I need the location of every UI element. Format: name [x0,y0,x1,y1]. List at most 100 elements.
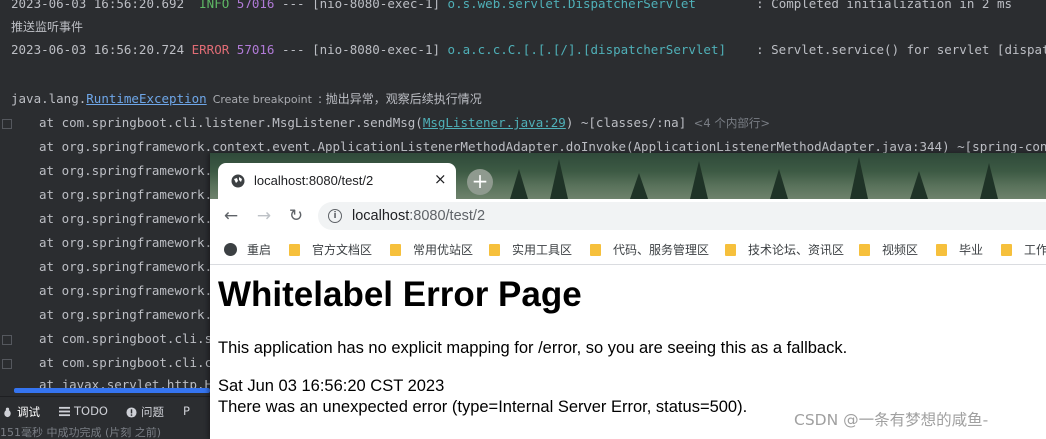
tool-tab-label: 问题 [141,405,164,419]
watermark: CSDN @一条有梦想的咸鱼- [794,411,989,429]
browser-window: localhost:8080/test/2 × + ← → ↻ i localh… [210,153,1046,439]
bookmark-folder[interactable]: 视频区 [859,241,918,258]
tool-tab-profiler[interactable]: P [183,404,190,418]
create-breakpoint-link[interactable]: Create breakpoint [213,93,312,106]
background-tree [770,169,788,199]
stack-trace-line: at org.springframework.co [39,307,228,322]
site-info-icon[interactable]: i [328,209,342,223]
bookmark-folder[interactable]: 毕业 [936,241,983,258]
horizontal-scrollbar[interactable] [14,388,210,393]
forward-arrow-icon[interactable]: → [253,205,275,227]
bookmark-label: 重启 [247,243,272,257]
stack-trace-line: at org.springframework.co [39,163,228,178]
log-message: : Completed initialization in 2 ms [756,0,1012,11]
background-tree [910,171,928,199]
bookmark-folder[interactable]: 工作 [1001,241,1046,258]
bug-icon [4,407,11,417]
log-sep: --- [281,0,305,11]
tool-tab-todo[interactable]: TODO [59,404,108,418]
info-circle-icon [126,406,137,418]
log-pid: 57016 [236,0,275,11]
globe-icon [231,174,245,188]
new-tab-button[interactable]: + [467,169,493,195]
tool-tab-label: TODO [74,404,108,418]
status-bar-text: 151毫秒 中成功完成 (片刻 之前) [0,427,162,439]
stack-trace-line: at org.springframework.co [39,211,228,226]
tab-strip: localhost:8080/test/2 × + [210,153,1046,199]
folder-icon [489,243,500,256]
log-level: ERROR [191,42,230,57]
folder-icon [725,243,736,256]
bookmark-folder[interactable]: 技术论坛、资讯区 [725,241,844,258]
folder-icon [289,243,300,256]
error-timestamp: Sat Jun 03 16:56:20 CST 2023 [218,377,445,395]
fold-icon[interactable] [2,359,12,369]
stack-trace-line: at com.springboot.cli.co [39,355,220,370]
background-tree [630,173,648,199]
bookmark-label: 代码、服务管理区 [613,243,710,257]
log-logger: o.a.c.c.C.[.[.[/].[dispatcherServlet] [447,42,726,57]
trace-suffix: ) ~[classes/:na] [565,115,687,130]
error-description: This application has no explicit mapping… [218,339,848,357]
bookmark-label: 官方文档区 [312,243,373,257]
stack-trace-line: at com.springboot.cli.se [39,331,220,346]
log-line: 2023-06-03 16:56:20.692 INFO 57016 --- [… [11,0,1012,13]
page-title: Whitelabel Error Page [218,275,582,314]
log-line: 推送监听事件 [11,20,84,34]
background-tree [850,157,868,199]
bookmark-reload[interactable]: 重启 [224,241,271,258]
background-tree [980,163,998,199]
fold-icon[interactable] [2,335,12,345]
log-timestamp: 2023-06-03 16:56:20.692 [11,0,185,11]
trace-text: at com.springboot.cli.listener.MsgListen… [39,115,423,130]
stack-trace-line: at org.springframework.co [39,259,228,274]
folder-icon [1001,243,1012,256]
address-bar[interactable]: i localhost:8080/test/2 [318,202,1046,230]
stack-trace-line: at org.springframework.co [39,283,228,298]
background-tree [510,169,528,199]
browser-tab[interactable]: localhost:8080/test/2 × [218,163,456,199]
url-host: localhost [352,208,410,224]
bookmark-folder[interactable]: 实用工具区 [489,241,572,258]
exception-line: java.lang.RuntimeException Create breakpo… [11,90,482,108]
tool-tab-label: P [183,404,190,418]
url-path: :8080/test/2 [409,208,486,224]
bookmarks-bar: 重启 官方文档区 常用优站区 实用工具区 代码、服务管理区 技术论坛、资讯区 视… [210,233,1046,265]
bookmark-label: 工作 [1024,243,1046,257]
folder-icon [859,243,870,256]
log-thread: [nio-8080-exec-1] [312,42,441,57]
stack-trace-line: at org.springframework.co [39,235,228,250]
browser-toolbar: ← → ↻ i localhost:8080/test/2 [210,199,1046,233]
exception-message: : 抛出异常，观察后续执行情况 [317,92,482,106]
stack-trace-line: at com.springboot.cli.listener.MsgListen… [39,114,770,132]
bookmark-folder[interactable]: 官方文档区 [289,241,372,258]
log-message: : Servlet.service() for servlet [dispatc… [756,42,1046,57]
bookmark-label: 毕业 [959,243,984,257]
reload-icon[interactable]: ↻ [285,205,307,227]
bookmark-label: 实用工具区 [512,243,573,257]
source-link[interactable]: MsgListener.java:29 [423,115,566,130]
internal-lines-toggle[interactable]: <4 个内部行> [694,116,770,130]
tool-tab-problems[interactable]: 问题 [126,404,164,420]
url-text: localhost:8080/test/2 [352,208,485,224]
back-arrow-icon[interactable]: ← [220,205,242,227]
log-thread: [nio-8080-exec-1] [312,0,441,11]
error-message: There was an unexpected error (type=Inte… [218,398,748,416]
background-tree [550,159,568,199]
tab-title: localhost:8080/test/2 [254,173,374,188]
bookmark-label: 视频区 [882,243,919,257]
globe-icon [224,243,237,256]
log-logger: o.s.web.servlet.DispatcherServlet [447,0,696,11]
bookmark-folder[interactable]: 常用优站区 [390,241,473,258]
bookmark-label: 常用优站区 [413,243,474,257]
fold-icon[interactable] [2,119,12,129]
log-level: INFO [199,0,230,11]
list-icon [59,406,70,416]
folder-icon [936,243,947,256]
tool-tab-debug[interactable]: 调试 [2,404,40,420]
tool-window-bar: 调试 TODO 问题 P [0,396,210,427]
bookmark-folder[interactable]: 代码、服务管理区 [590,241,709,258]
close-icon[interactable]: × [434,170,447,188]
exception-class-link[interactable]: RuntimeException [86,91,206,106]
stack-trace-line: at org.springframework.co [39,187,228,202]
